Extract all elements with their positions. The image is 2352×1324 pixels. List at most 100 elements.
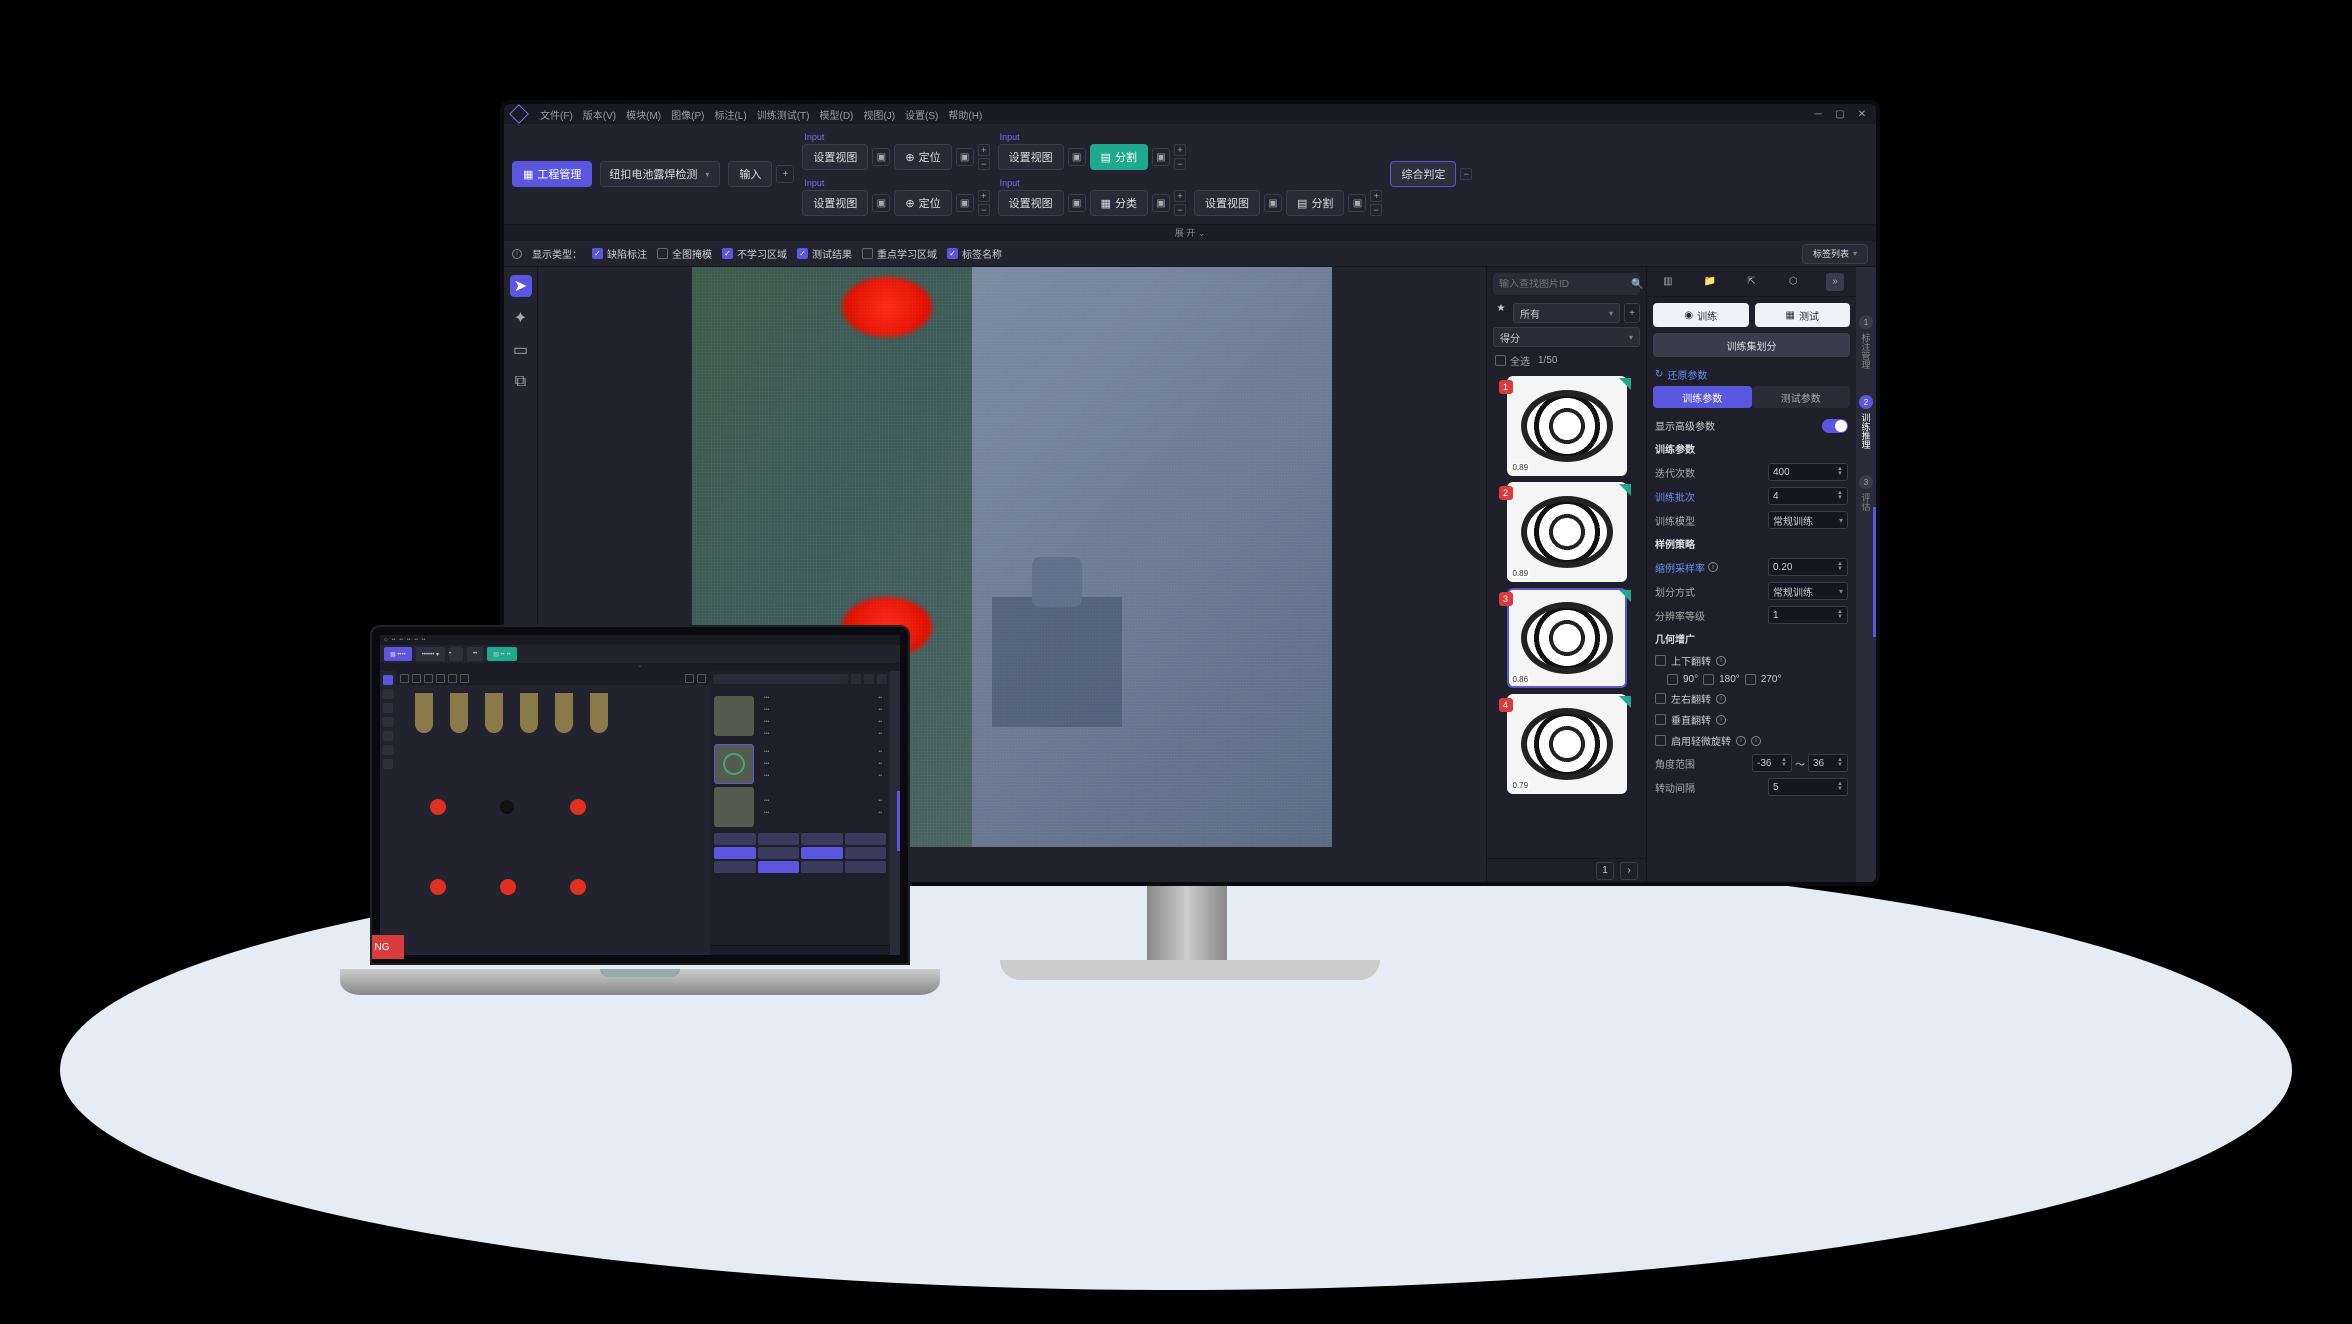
train-button[interactable]: ◉ 训练 — [1653, 303, 1749, 327]
setview-button-3[interactable]: 设置视图 — [998, 144, 1064, 170]
cb-micro-rot[interactable] — [1655, 735, 1666, 746]
node-add-5[interactable]: + — [1370, 190, 1382, 202]
model-select[interactable]: 常规训练▾ — [1768, 511, 1848, 529]
laptop-node[interactable]: •• — [467, 647, 483, 661]
laptop-tool-icon[interactable] — [383, 717, 393, 727]
export-icon[interactable]: ⇱ — [1742, 273, 1760, 291]
page-number[interactable]: 1 — [1596, 862, 1614, 880]
setview-button-5[interactable]: 设置视图 — [1194, 190, 1260, 216]
laptop-project-button[interactable]: ▦ •••• — [384, 647, 412, 661]
tool-rect-icon[interactable]: ▭ — [510, 339, 532, 361]
select-all-checkbox[interactable] — [1495, 355, 1506, 366]
cb-rot270[interactable] — [1745, 674, 1756, 685]
input-button[interactable]: 输入 — [728, 161, 772, 187]
cb-flip-lr[interactable] — [1655, 693, 1666, 704]
tool-pointer-icon[interactable]: ➤ — [510, 275, 532, 297]
folder-icon[interactable]: 📁 — [1701, 273, 1719, 291]
laptop-key[interactable] — [714, 833, 756, 845]
laptop-tool-icon[interactable] — [383, 759, 393, 769]
cube-icon[interactable]: ⬡ — [1784, 273, 1802, 291]
setview-icon-4[interactable]: ▣ — [1068, 194, 1086, 212]
menu-module[interactable]: 模块(M) — [626, 107, 661, 122]
info-icon[interactable]: i — [1716, 715, 1726, 725]
rnav-item-train[interactable]: 2训练推理 — [1859, 387, 1873, 457]
overall-button[interactable]: 综合判定 — [1390, 161, 1456, 187]
thumbnail-item[interactable]: 4 0.79 — [1507, 694, 1627, 794]
menu-help[interactable]: 帮助(H) — [948, 107, 982, 122]
node-remove-2[interactable]: − — [978, 204, 990, 216]
laptop-expander[interactable]: ⌄ — [380, 663, 900, 671]
setview-button-2[interactable]: 设置视图 — [802, 190, 868, 216]
laptop-filter-icon[interactable] — [460, 674, 469, 683]
close-icon[interactable]: ✕ — [1856, 108, 1868, 120]
cb-tag[interactable]: ✓ — [947, 248, 958, 259]
laptop-icon[interactable] — [864, 674, 874, 684]
rnav-item-eval[interactable]: 3评估 — [1859, 467, 1873, 519]
segment-out-icon-2[interactable]: ▣ — [1348, 194, 1366, 212]
cb-mask[interactable] — [657, 248, 668, 259]
laptop-search[interactable] — [713, 674, 848, 684]
segment-button[interactable]: ▤ 分割 — [1090, 144, 1148, 170]
laptop-filter-icon[interactable] — [685, 674, 694, 683]
laptop-segment-node[interactable]: ▤ •• •• — [487, 647, 516, 661]
classify-button[interactable]: ▦ 分类 — [1090, 190, 1148, 216]
node-add-4[interactable]: + — [1174, 190, 1186, 202]
locate-button-2[interactable]: ⊕ 定位 — [894, 190, 951, 216]
laptop-tool-icon[interactable] — [383, 731, 393, 741]
cb-flip-ud[interactable] — [1655, 655, 1666, 666]
setview-icon[interactable]: ▣ — [872, 148, 890, 166]
sample-rate-input[interactable]: 0.20▲▼ — [1768, 558, 1848, 576]
laptop-tool-icon[interactable] — [383, 745, 393, 755]
project-mgmt-button[interactable]: ▦ 工程管理 — [512, 161, 592, 187]
info-icon[interactable]: i — [1736, 736, 1746, 746]
menu-file[interactable]: 文件(F) — [540, 107, 573, 122]
node-remove-4[interactable]: − — [1174, 204, 1186, 216]
menu-view[interactable]: 视图(J) — [863, 107, 895, 122]
tab-test-params[interactable]: 测试参数 — [1752, 386, 1851, 408]
node-remove-top[interactable]: − — [978, 158, 990, 170]
split-dataset-button[interactable]: 训练集划分 — [1653, 333, 1850, 357]
overall-remove[interactable]: − — [1460, 168, 1472, 180]
laptop-icon[interactable] — [877, 674, 887, 684]
test-button[interactable]: ▦ 测试 — [1755, 303, 1851, 327]
layout-icon[interactable]: ▥ — [1659, 273, 1677, 291]
laptop-filter-icon[interactable] — [412, 674, 421, 683]
info-icon[interactable]: i — [1751, 736, 1761, 746]
page-next-icon[interactable]: › — [1620, 862, 1638, 880]
locate-out-icon-2[interactable]: ▣ — [956, 194, 974, 212]
tab-train-params[interactable]: 训练参数 — [1653, 386, 1752, 408]
node-add-2[interactable]: + — [978, 190, 990, 202]
chevron-right-icon[interactable]: » — [1826, 273, 1844, 291]
laptop-icon[interactable] — [851, 674, 861, 684]
node-add-top[interactable]: + — [978, 144, 990, 156]
node-remove-3[interactable]: − — [1174, 158, 1186, 170]
setview-button-4[interactable]: 设置视图 — [998, 190, 1064, 216]
locate-button[interactable]: ⊕ 定位 — [894, 144, 951, 170]
menu-version[interactable]: 版本(V) — [583, 107, 616, 122]
maximize-icon[interactable]: ▢ — [1834, 108, 1846, 120]
laptop-filter-icon[interactable] — [400, 674, 409, 683]
resolution-input[interactable]: 1▲▼ — [1768, 606, 1848, 624]
filter-all-select[interactable]: 所有▾ — [1513, 303, 1620, 323]
thumbnail-item[interactable]: 1 0.89 — [1507, 376, 1627, 476]
input-add-button[interactable]: + — [776, 165, 794, 183]
setview-button[interactable]: 设置视图 — [802, 144, 868, 170]
menu-label[interactable]: 标注(L) — [714, 107, 746, 122]
laptop-input-node[interactable]: • — [449, 647, 463, 661]
laptop-filter-icon[interactable] — [448, 674, 457, 683]
iterations-input[interactable]: 400▲▼ — [1768, 463, 1848, 481]
search-input[interactable] — [1499, 279, 1631, 290]
laptop-thumb[interactable] — [714, 696, 754, 736]
search-icon[interactable]: 🔍 — [1631, 279, 1643, 290]
cb-nolearn[interactable]: ✓ — [722, 248, 733, 259]
laptop-tool-icon[interactable] — [383, 689, 393, 699]
classify-out-icon[interactable]: ▣ — [1152, 194, 1170, 212]
menu-settings[interactable]: 设置(S) — [905, 107, 938, 122]
node-add-3[interactable]: + — [1174, 144, 1186, 156]
rot-step-input[interactable]: 5▲▼ — [1768, 778, 1848, 796]
tool-wand-icon[interactable]: ✦ — [510, 307, 532, 329]
cb-defect[interactable]: ✓ — [592, 248, 603, 259]
segment-button-2[interactable]: ▤ 分割 — [1286, 190, 1344, 216]
segment-out-icon[interactable]: ▣ — [1152, 148, 1170, 166]
pipeline-expander[interactable]: 展 开 ⌄ — [504, 225, 1876, 241]
